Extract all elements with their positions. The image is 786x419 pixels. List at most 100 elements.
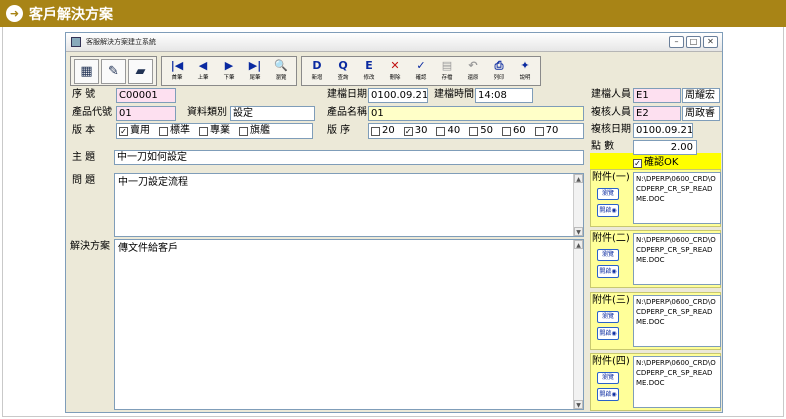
minimize-button[interactable]: – xyxy=(669,36,684,48)
attachment-open-button[interactable]: 開啟◉ xyxy=(597,388,619,401)
prod-code-field[interactable]: 01 xyxy=(116,106,176,121)
toolbar-button-prev-record[interactable]: ◀ 上筆 xyxy=(191,58,215,85)
checkbox-label: 50 xyxy=(480,125,493,136)
attachment-browse-button[interactable]: 瀏覽 xyxy=(597,311,619,323)
help-icon: ✦ xyxy=(520,58,530,72)
attachment-browse-button[interactable]: 瀏覽 xyxy=(597,188,619,200)
open-file-icon: ◉ xyxy=(611,207,617,214)
scroll-down-icon[interactable]: ▼ xyxy=(574,227,583,236)
scroll-down-icon[interactable]: ▼ xyxy=(574,400,583,409)
toolbar-button-confirm[interactable]: ✓ 確認 xyxy=(409,58,433,85)
query-icon: Q xyxy=(338,58,348,72)
toolbar-button-label: 存檔 xyxy=(441,73,453,81)
toolbar-button-query[interactable]: Q 查詢 xyxy=(331,58,355,85)
window-title: 客服解決方案建立系統 xyxy=(86,38,156,46)
attachment-path-field[interactable]: N:\DPERP\0600_CRD\OCDPERP_CR_SP_README.D… xyxy=(633,233,721,285)
toolbar-button-last-record[interactable]: ▶| 尾筆 xyxy=(243,58,267,85)
seq-field[interactable]: C00001 xyxy=(116,88,176,103)
new-record-icon: D xyxy=(312,58,322,72)
toolbar-button-undo[interactable]: ↶ 還原 xyxy=(461,58,485,85)
checkbox-標準[interactable]: 標準 xyxy=(159,125,190,137)
toolbar-button-save[interactable]: ▤ 存檔 xyxy=(435,58,459,85)
checkbox-label: 30 xyxy=(414,125,428,136)
open-file-icon: ◉ xyxy=(611,330,617,337)
toolbar-button-label: 尾筆 xyxy=(249,73,261,81)
build-date-label: 建檔日期 xyxy=(327,89,367,100)
checkbox-70[interactable]: 70 xyxy=(534,125,559,137)
toolbar-app-group: ▦ ✎ ▰ xyxy=(70,56,157,86)
toolbar-button-label: 修改 xyxy=(363,73,375,81)
checkbox-label: 旗艦 xyxy=(250,125,270,136)
checkbox-checked-icon: ✓ xyxy=(119,126,128,136)
attachment-path-field[interactable]: N:\DPERP\0600_CRD\OCDPERP_CR_SP_README.D… xyxy=(633,172,721,224)
prev-record-icon: ◀ xyxy=(198,58,208,72)
checkbox-20[interactable]: 20 xyxy=(371,125,395,137)
checkbox-label: 70 xyxy=(545,125,559,136)
build-date-field[interactable]: 0100.09.21 xyxy=(368,88,428,103)
book-icon[interactable]: ▰ xyxy=(128,58,153,84)
maximize-button[interactable]: □ xyxy=(686,36,701,48)
close-button[interactable]: ✕ xyxy=(703,36,718,48)
toolbar-button-label: 上筆 xyxy=(197,73,209,81)
attachment-open-button[interactable]: 開啟◉ xyxy=(597,327,619,340)
memo-icon[interactable]: ✎ xyxy=(101,58,126,84)
toolbar-button-browse[interactable]: 🔍 瀏覽 xyxy=(269,58,293,85)
toolbar-button-print[interactable]: ⎙ 列印 xyxy=(487,58,511,85)
attachment-path-field[interactable]: N:\DPERP\0600_CRD\OCDPERP_CR_SP_README.D… xyxy=(633,295,721,347)
scroll-up-icon[interactable]: ▲ xyxy=(574,240,583,249)
toolbar-button-new-record[interactable]: D 新增 xyxy=(305,58,329,85)
toolbar-button-edit[interactable]: E 修改 xyxy=(357,58,381,85)
arrow-right-circle-icon: ➜ xyxy=(6,5,23,22)
question-scrollbar[interactable]: ▲ ▼ xyxy=(573,174,583,236)
solution-scrollbar[interactable]: ▲ ▼ xyxy=(573,240,583,409)
solution-text: 傳文件給客戶 xyxy=(118,243,178,254)
creator-label: 建檔人員 xyxy=(591,89,631,100)
confirm-icon: ✓ xyxy=(416,58,426,72)
creator-code-field[interactable]: E1 xyxy=(633,88,681,103)
attachment-open-button[interactable]: 開啟◉ xyxy=(597,265,619,278)
checkbox-旗艦[interactable]: 旗艦 xyxy=(239,125,270,137)
question-textarea[interactable]: 中一刀設定流程 ▲ ▼ xyxy=(114,173,584,237)
points-field[interactable]: 2.00 xyxy=(633,140,697,155)
scroll-up-icon[interactable]: ▲ xyxy=(574,174,583,183)
window-titlebar: 客服解決方案建立系統 – □ ✕ xyxy=(66,33,722,52)
reviewer-code-field[interactable]: E2 xyxy=(633,106,681,121)
version-label: 版 本 xyxy=(72,125,96,136)
checkbox-label: 標準 xyxy=(170,125,190,136)
delete-icon: ✕ xyxy=(390,58,400,72)
attachment-browse-button[interactable]: 瀏覽 xyxy=(597,372,619,384)
right-panel: 建檔人員 E1 周耀宏 複核人員 E2 周政睿 複核日期 0100.09.21 … xyxy=(589,87,722,413)
build-time-field[interactable]: 14:08 xyxy=(475,88,533,103)
attachment-browse-button[interactable]: 瀏覽 xyxy=(597,249,619,261)
checkbox-30[interactable]: ✓ 30 xyxy=(403,125,428,137)
banner-title: 客戶解決方案 xyxy=(29,6,113,23)
review-date-field[interactable]: 0100.09.21 xyxy=(633,123,693,138)
browse-icon: 🔍 xyxy=(274,58,288,72)
toolbar-button-next-record[interactable]: ▶ 下筆 xyxy=(217,58,241,85)
attachment-path-field[interactable]: N:\DPERP\0600_CRD\OCDPERP_CR_SP_README.D… xyxy=(633,356,721,408)
subject-field[interactable]: 中一刀如何設定 xyxy=(114,150,584,165)
checkbox-empty-icon xyxy=(534,126,544,136)
checkbox-label: 40 xyxy=(447,125,461,136)
checkbox-50[interactable]: 50 xyxy=(469,125,493,137)
attachment-label: 附件(三) xyxy=(592,295,630,306)
confirm-ok-checkbox[interactable]: ✓ 確認OK xyxy=(633,157,678,169)
checkbox-賣用[interactable]: ✓ 賣用 xyxy=(119,125,150,137)
toolbar-button-delete[interactable]: ✕ 刪除 xyxy=(383,58,407,85)
attachment-open-button[interactable]: 開啟◉ xyxy=(597,204,619,217)
calculator-icon[interactable]: ▦ xyxy=(74,58,99,84)
toolbar-button-first-record[interactable]: |◀ 首筆 xyxy=(165,58,189,85)
checkbox-專業[interactable]: 專業 xyxy=(199,125,230,137)
checkbox-40[interactable]: 40 xyxy=(436,125,460,137)
toolbar-button-help[interactable]: ✦ 說明 xyxy=(513,58,537,85)
attachment-label: 附件(一) xyxy=(592,172,630,183)
save-icon: ▤ xyxy=(441,58,453,72)
next-record-icon: ▶ xyxy=(224,58,234,72)
toolbar-button-label: 瀏覽 xyxy=(275,73,287,81)
checkbox-60[interactable]: 60 xyxy=(501,125,526,137)
toolbar-button-label: 刪除 xyxy=(389,73,401,81)
toolbar-button-label: 下筆 xyxy=(223,73,235,81)
prod-name-field[interactable]: 01 xyxy=(368,106,584,121)
solution-textarea[interactable]: 傳文件給客戶 ▲ ▼ xyxy=(114,239,584,410)
data-type-field[interactable]: 設定 xyxy=(230,106,315,121)
